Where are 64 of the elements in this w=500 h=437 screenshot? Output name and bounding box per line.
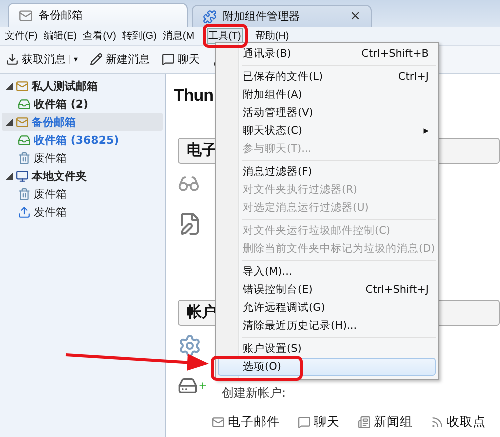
envelope-icon [16,80,29,92]
download-icon [6,53,19,66]
folder-row[interactable]: 私人测试邮箱 [2,77,163,95]
close-icon[interactable]: × [350,9,361,24]
menu-item[interactable]: 错误控制台(E) Ctrl+Shift+J [218,281,436,299]
expander-icon[interactable] [6,172,13,180]
envelope-icon [16,116,29,128]
inbox-icon [18,98,31,110]
folder-row[interactable]: 废件箱 [2,185,163,203]
menu-title[interactable]: 转到(G) [120,28,159,44]
menu-title[interactable]: 文件(F) [3,28,40,44]
menu-item[interactable]: 附加组件(A) [218,86,436,104]
link[interactable]: 新闻组 [358,414,413,431]
folder-row[interactable]: 废件箱 [2,149,163,167]
gear-icon [178,334,202,358]
expander-icon[interactable] [6,118,13,126]
menu-item[interactable]: 活动管理器(V) [218,104,436,122]
folder-row[interactable]: 本地文件夹 [2,167,163,185]
menu-title[interactable]: 帮助(H) [253,28,292,44]
toolbar-button[interactable]: 新建消息 [90,52,150,67]
menu-item[interactable]: 消息过滤器(F) [218,163,436,181]
toolbar-button[interactable]: 聊天 [162,52,200,67]
trash-icon [18,152,31,164]
page-heading: Thun [174,86,214,107]
menu-item[interactable]: 已保存的文件(L) Ctrl+J [218,68,436,86]
inbox-icon [18,134,31,146]
menu-item[interactable]: 允许远程调试(G) [218,299,436,317]
menu-item[interactable]: 通讯录(B) Ctrl+Shift+B [218,45,436,63]
folder-row[interactable]: 备份邮箱 [2,113,163,131]
expander-icon[interactable] [6,82,13,90]
menu-item[interactable]: 导入(M)... [218,263,436,281]
monitor-icon [16,170,29,182]
highlight-box [203,24,248,48]
menu-item[interactable]: 聊天状态(C) ▸ [218,122,436,140]
envelope-icon [19,8,33,22]
menu-title[interactable]: 消息(M [160,28,197,44]
chat-icon [298,416,311,429]
link[interactable]: 电子邮件 [212,414,280,431]
tab[interactable]: 备份邮箱 [8,3,188,27]
menu-title[interactable]: 查看(V) [81,28,118,44]
upload-icon [18,206,31,218]
plus-icon [198,381,208,391]
link[interactable]: 聊天 [298,414,340,431]
menu-title[interactable]: 工具(T) [206,28,244,44]
folder-row[interactable]: 收件箱 (2) [2,95,163,113]
menu-item[interactable]: 选项(O) [218,358,436,376]
chat-icon [162,53,176,66]
trash-icon [18,188,31,200]
link[interactable]: 收取点 [431,414,486,431]
puzzle-icon [203,10,217,24]
newspaper-icon [358,416,371,429]
create-account-label: 创建新帐户: [222,384,286,402]
folder-row[interactable]: 发件箱 [2,203,163,221]
pencil-icon [90,53,104,66]
toolbar-button[interactable]: 获取消息 ▾ [6,52,78,67]
envelope-icon [212,416,225,429]
folder-row[interactable]: 收件箱 (36825) [2,131,163,149]
drive-icon [178,376,198,396]
tab[interactable]: 附加组件管理器 × [192,5,372,27]
document-edit-icon [178,212,202,236]
menu-title[interactable]: 编辑(E) [42,28,80,44]
menu-item[interactable]: 账户设置(S) [218,340,436,358]
feed-icon [431,416,444,429]
submenu-arrow-icon: ▸ [424,125,429,137]
